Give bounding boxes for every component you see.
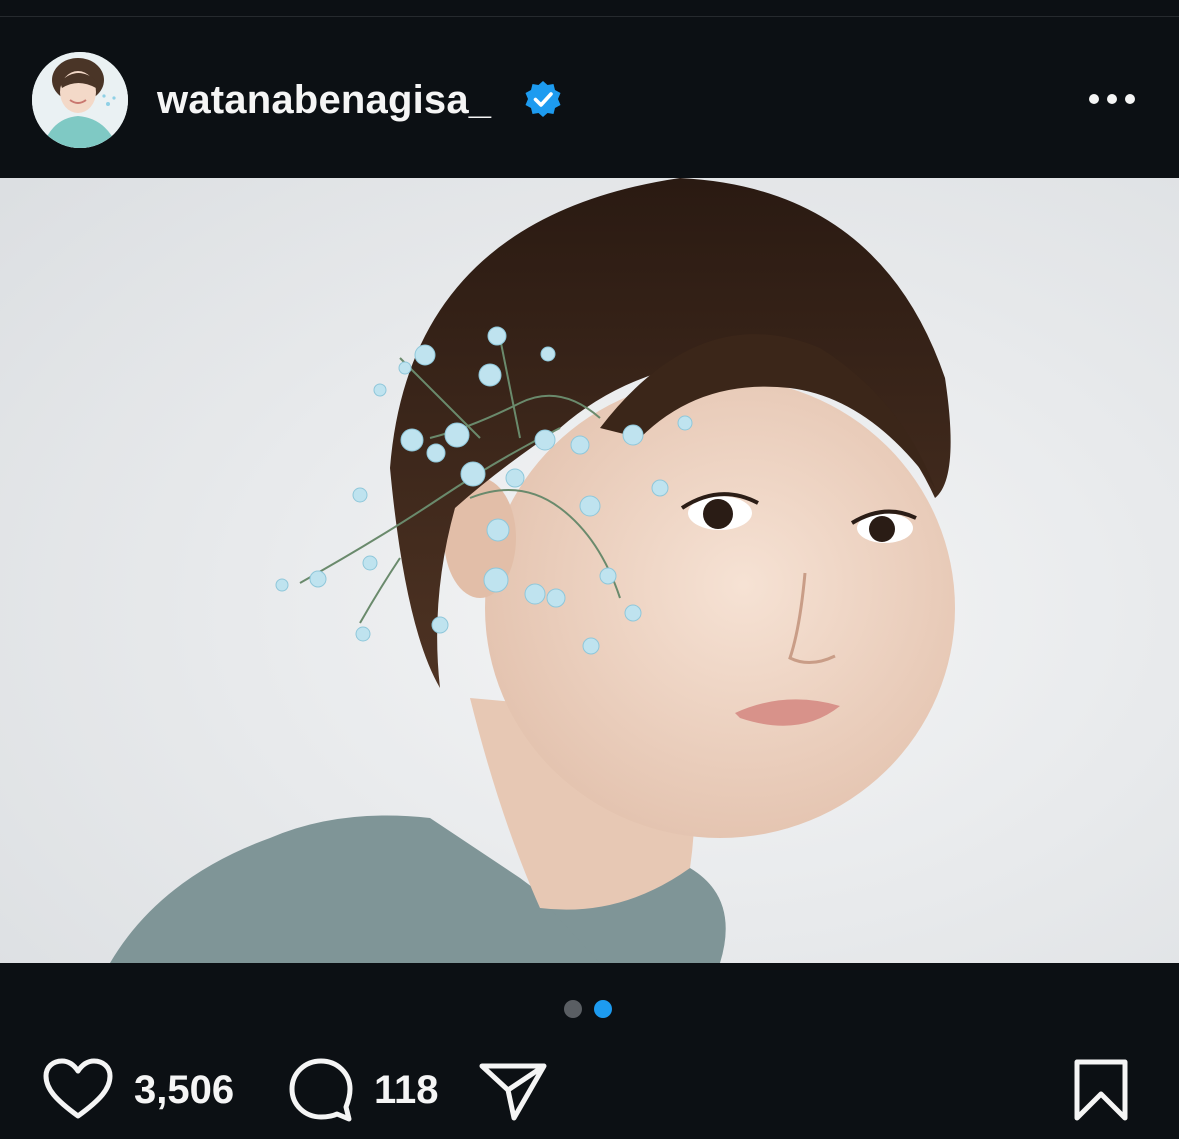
carousel-dot-2-active <box>594 1000 612 1018</box>
carousel-indicator <box>564 1000 616 1018</box>
verified-badge-icon <box>523 79 563 119</box>
comment-bubble-icon[interactable] <box>288 1057 354 1123</box>
username[interactable]: watanabenagisa_ <box>157 75 491 125</box>
heart-icon[interactable] <box>42 1058 114 1122</box>
post-image[interactable] <box>0 178 1179 963</box>
avatar[interactable] <box>32 52 128 148</box>
paper-plane-icon[interactable] <box>478 1058 548 1122</box>
like-count[interactable]: 3,506 <box>134 1068 234 1113</box>
carousel-dot-1 <box>564 1000 582 1018</box>
bookmark-icon[interactable] <box>1072 1058 1130 1122</box>
comment-count[interactable]: 118 <box>374 1068 439 1113</box>
action-bar: 3,506 118 <box>0 1050 1179 1130</box>
comment-action[interactable]: 118 <box>288 1050 439 1130</box>
share-action[interactable] <box>478 1050 548 1130</box>
save-action[interactable] <box>1072 1050 1130 1130</box>
post-header: watanabenagisa_ <box>0 17 1179 178</box>
avatar-photo <box>32 52 128 148</box>
more-options-icon[interactable] <box>1084 79 1140 119</box>
like-action[interactable]: 3,506 <box>42 1050 234 1130</box>
